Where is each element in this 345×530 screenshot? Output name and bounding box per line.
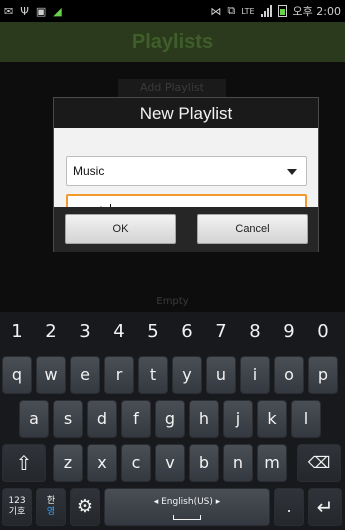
key-j[interactable]: j <box>223 400 253 438</box>
chevron-down-icon <box>287 169 297 175</box>
keyboard: 1 2 3 4 5 6 7 8 9 0 q w e r t y u i o p … <box>0 312 345 530</box>
letter-row-3: ⇧ z x c v b n m ⌫ <box>0 444 345 488</box>
key-5[interactable]: 5 <box>136 312 170 350</box>
key-k[interactable]: k <box>257 400 287 438</box>
mobile-data-icon: ⧉ <box>227 4 236 17</box>
key-e[interactable]: e <box>70 356 100 394</box>
key-6[interactable]: 6 <box>170 312 204 350</box>
message-icon: ✉ <box>4 4 14 18</box>
settings-gear-icon[interactable]: ⚙ <box>70 488 100 526</box>
letter-row-2: a s d f g h j k l <box>0 400 345 444</box>
key-y[interactable]: y <box>172 356 202 394</box>
key-3[interactable]: 3 <box>68 312 102 350</box>
key-x[interactable]: x <box>87 444 117 482</box>
enter-icon[interactable]: ↵ <box>308 488 342 526</box>
page-title: Playlists <box>131 30 214 53</box>
vibrate-icon: ⋈ <box>210 4 222 18</box>
symbols-key-bottom: 기호 <box>8 507 26 517</box>
key-v[interactable]: v <box>155 444 185 482</box>
key-q[interactable]: q <box>2 356 32 394</box>
number-row: 1 2 3 4 5 6 7 8 9 0 <box>0 312 345 356</box>
ok-button[interactable]: OK <box>65 214 176 244</box>
shift-icon[interactable]: ⇧ <box>2 444 46 482</box>
language-key[interactable]: 한영 <box>36 488 66 526</box>
battery-icon <box>277 5 287 17</box>
space-bar[interactable]: ◂ English(US) ▸ <box>104 488 270 526</box>
image-icon: ▣ <box>35 4 47 18</box>
key-l[interactable]: l <box>291 400 321 438</box>
key-u[interactable]: u <box>206 356 236 394</box>
key-2[interactable]: 2 <box>34 312 68 350</box>
language-key-top: 한 <box>46 496 56 506</box>
usb-icon: Ψ <box>20 4 29 18</box>
key-i[interactable]: i <box>240 356 270 394</box>
backspace-icon[interactable]: ⌫ <box>297 444 341 482</box>
dialog-body: Music music <box>54 128 318 228</box>
key-r[interactable]: r <box>104 356 134 394</box>
key-0[interactable]: 0 <box>306 312 340 350</box>
key-w[interactable]: w <box>36 356 66 394</box>
add-playlist-button[interactable]: Add Playlist <box>118 79 226 97</box>
key-f[interactable]: f <box>121 400 151 438</box>
key-1[interactable]: 1 <box>0 312 34 350</box>
period-key[interactable]: . <box>274 488 304 526</box>
key-a[interactable]: a <box>19 400 49 438</box>
bottom-row: 123 기호 한영 ⚙ ◂ English(US) ▸ . ↵ <box>0 488 345 530</box>
select-value: Music <box>73 164 105 178</box>
cancel-button[interactable]: Cancel <box>197 214 308 244</box>
app-bar: Playlists <box>0 22 345 62</box>
key-o[interactable]: o <box>274 356 304 394</box>
key-7[interactable]: 7 <box>204 312 238 350</box>
key-8[interactable]: 8 <box>238 312 272 350</box>
key-n[interactable]: n <box>223 444 253 482</box>
status-bar: ✉ Ψ ▣ ◢ ⋈ ⧉ LTE 오후 2:00 <box>0 0 345 22</box>
key-h[interactable]: h <box>189 400 219 438</box>
symbols-mode-key[interactable]: 123 기호 <box>2 488 32 526</box>
empty-label: Empty <box>156 296 189 307</box>
network-type: LTE <box>241 6 255 16</box>
dialog-title: New Playlist <box>139 104 233 123</box>
key-d[interactable]: d <box>87 400 117 438</box>
language-key-bottom: 영 <box>46 507 56 517</box>
space-bar-label: ◂ English(US) ▸ <box>153 497 221 507</box>
clock: 오후 2:00 <box>292 5 341 18</box>
playlist-type-select[interactable]: Music <box>66 156 307 186</box>
letter-row-1: q w e r t y u i o p <box>0 356 345 400</box>
dialog-buttons: OK Cancel <box>54 207 318 252</box>
key-t[interactable]: t <box>138 356 168 394</box>
key-m[interactable]: m <box>257 444 287 482</box>
key-s[interactable]: s <box>53 400 83 438</box>
key-p[interactable]: p <box>308 356 338 394</box>
key-4[interactable]: 4 <box>102 312 136 350</box>
key-c[interactable]: c <box>121 444 151 482</box>
signal-icon <box>260 5 272 17</box>
space-icon <box>173 515 201 520</box>
key-b[interactable]: b <box>189 444 219 482</box>
symbols-key-top: 123 <box>8 496 26 506</box>
wifi-icon: ◢ <box>53 4 62 18</box>
new-playlist-dialog: New Playlist Music music OK Cancel <box>53 97 319 252</box>
key-z[interactable]: z <box>53 444 83 482</box>
key-9[interactable]: 9 <box>272 312 306 350</box>
key-g[interactable]: g <box>155 400 185 438</box>
